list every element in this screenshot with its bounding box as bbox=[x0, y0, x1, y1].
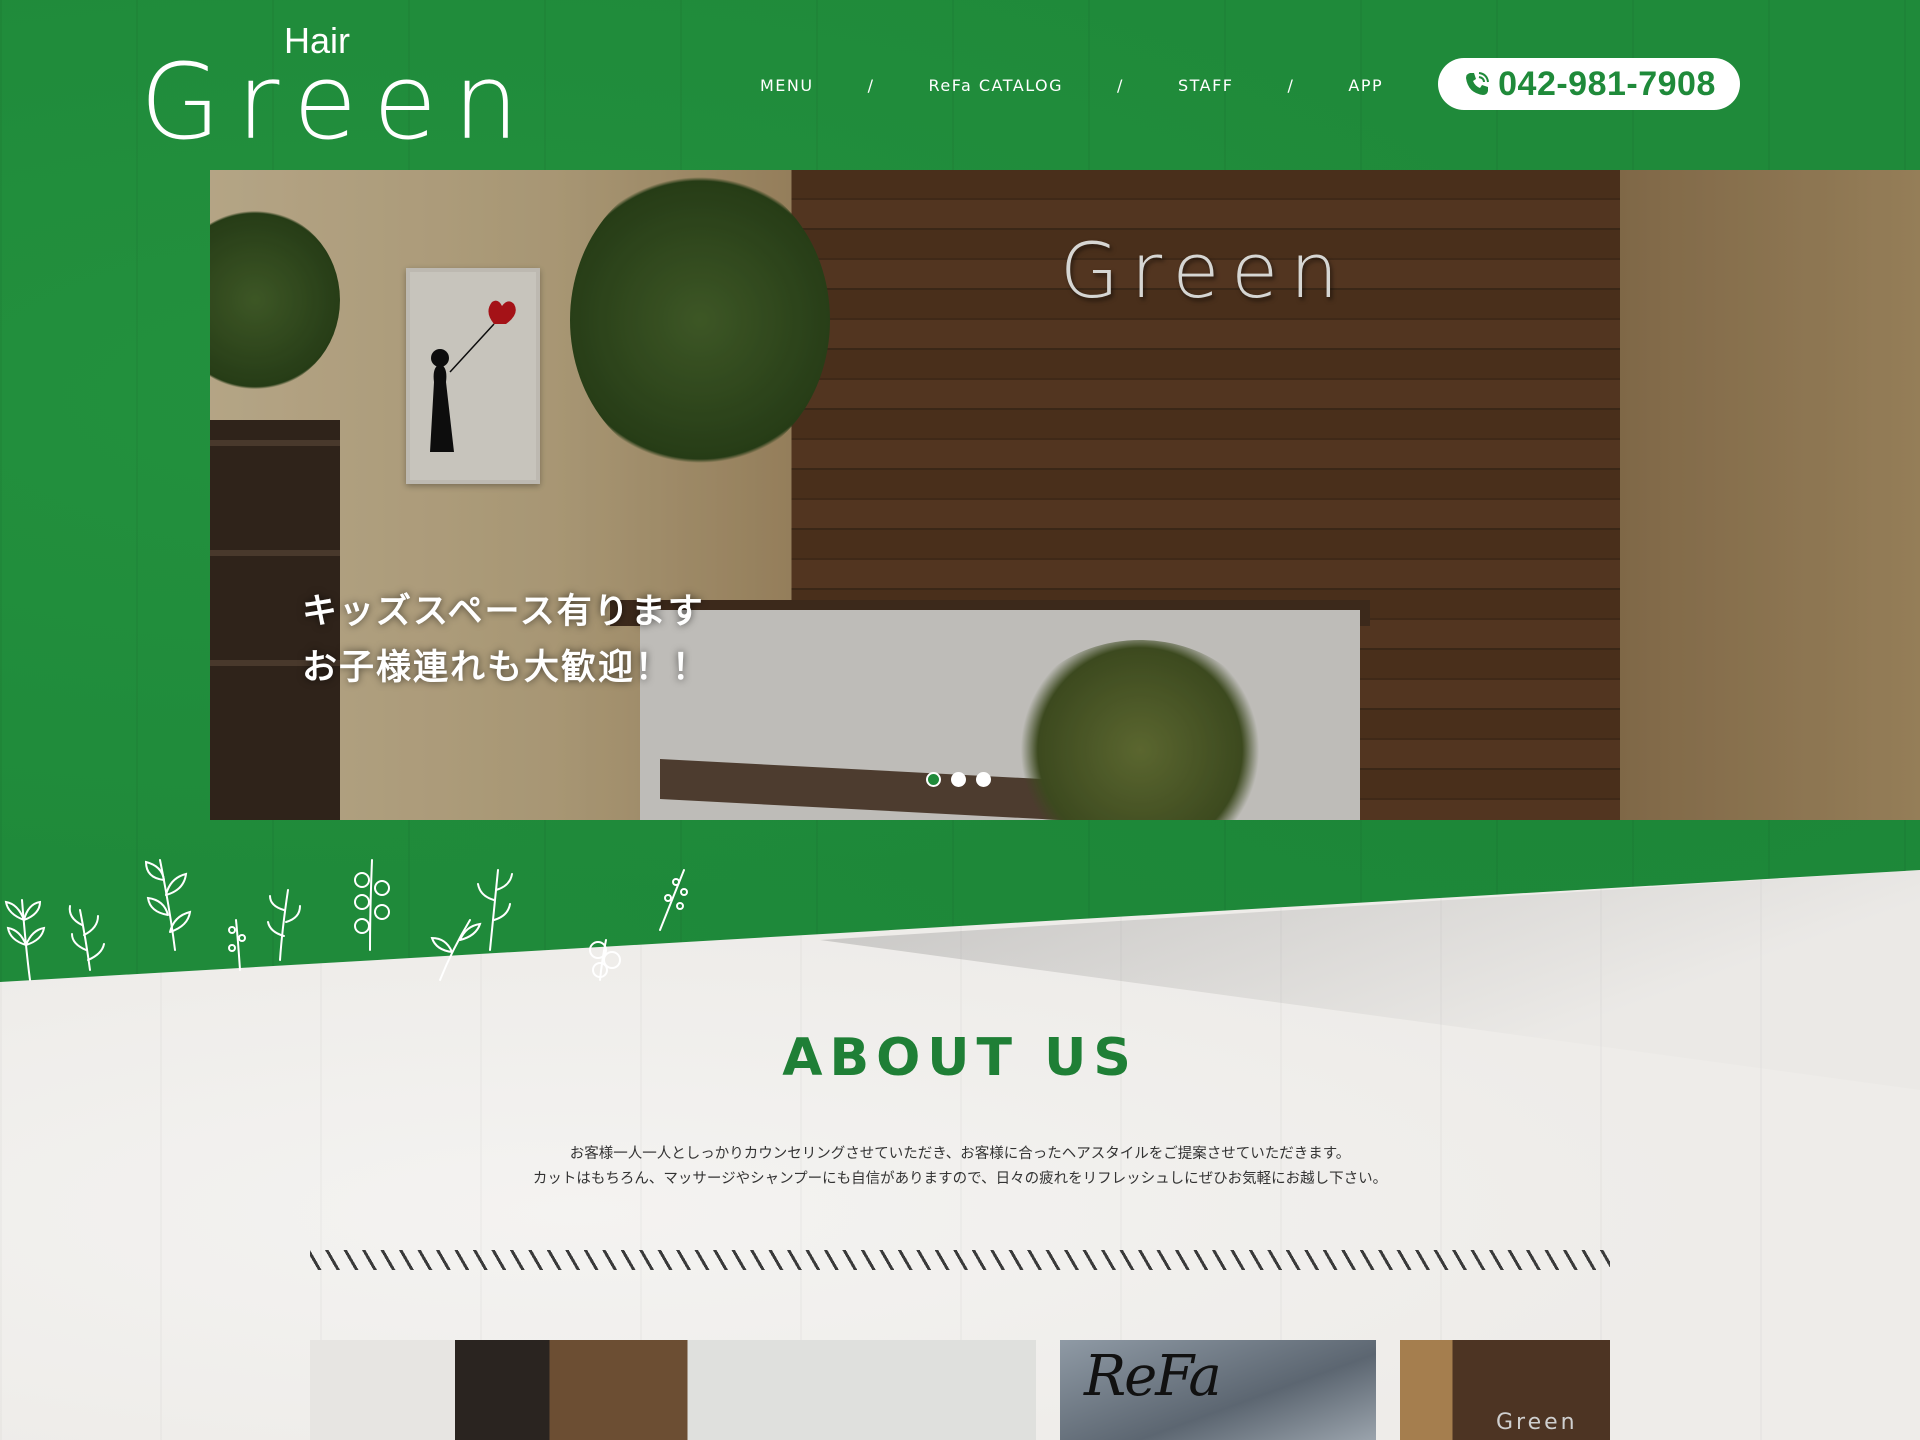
leaf-sprig-icon bbox=[589, 869, 688, 981]
logo-green-text: Green bbox=[140, 41, 535, 163]
slider-dot-2[interactable] bbox=[951, 772, 966, 787]
site-logo[interactable]: Hair Green bbox=[140, 18, 519, 154]
nav-separator: / bbox=[1287, 76, 1295, 95]
hero-caption: キッズスペース有ります お子様連れも大歓迎！！ bbox=[302, 584, 709, 696]
slider-dots bbox=[926, 772, 991, 787]
about-title: ABOUT US bbox=[782, 1028, 1138, 1088]
nav-app[interactable]: APP bbox=[1348, 76, 1383, 95]
leaf-sprig-icon bbox=[228, 889, 301, 971]
thumbnail-reception[interactable]: Green bbox=[1400, 1340, 1610, 1440]
nav-separator: / bbox=[1117, 76, 1124, 95]
about-text-line2: カットはもちろん、マッサージやシャンプーにも自信がありますので、日々の疲れをリフ… bbox=[532, 1171, 1388, 1187]
leaf-sprig-icon bbox=[4, 899, 46, 981]
botanical-decoration bbox=[4, 859, 688, 981]
thumbnail-refa[interactable]: ReFa bbox=[1060, 1340, 1376, 1440]
main-nav: MENU / ReFa CATALOG / STAFF / APP bbox=[760, 76, 1383, 95]
refa-logo: ReFa bbox=[1084, 1344, 1222, 1409]
thumbnail-salon-interior[interactable] bbox=[310, 1340, 1036, 1440]
hatched-divider bbox=[310, 1250, 1610, 1270]
leaf-sprig-icon bbox=[354, 859, 390, 951]
about-description: お客様一人一人としっかりカウンセリングさせていただき、お客様に合ったヘアスタイル… bbox=[0, 1142, 1920, 1192]
hero-caption-line2: お子様連れも大歓迎！！ bbox=[302, 648, 710, 688]
hero-caption-line1: キッズスペース有ります bbox=[302, 592, 705, 632]
leaf-sprig-icon bbox=[68, 905, 105, 971]
slider-dot-3[interactable] bbox=[976, 772, 991, 787]
thumbnail-sign-text: Green bbox=[1496, 1410, 1578, 1435]
phone-icon bbox=[1466, 72, 1490, 95]
leaf-sprig-icon bbox=[144, 859, 192, 951]
nav-refa-catalog[interactable]: ReFa CATALOG bbox=[928, 76, 1063, 95]
leaf-sprig-icon bbox=[430, 869, 513, 981]
about-text-line1: お客様一人一人としっかりカウンセリングさせていただき、お客様に合ったヘアスタイル… bbox=[569, 1146, 1351, 1162]
phone-button[interactable]: 042-981-7908 bbox=[1438, 58, 1740, 110]
hero-sign-text: Green bbox=[1060, 226, 1351, 315]
nav-separator: / bbox=[867, 76, 875, 95]
phone-number: 042-981-7908 bbox=[1498, 64, 1716, 103]
nav-staff[interactable]: STAFF bbox=[1178, 76, 1234, 95]
nav-menu[interactable]: MENU bbox=[760, 76, 814, 95]
hero-slider: Green キッズスペース有ります お子様連れも大歓迎！！ bbox=[210, 170, 1920, 820]
slider-dot-1[interactable] bbox=[926, 772, 941, 787]
